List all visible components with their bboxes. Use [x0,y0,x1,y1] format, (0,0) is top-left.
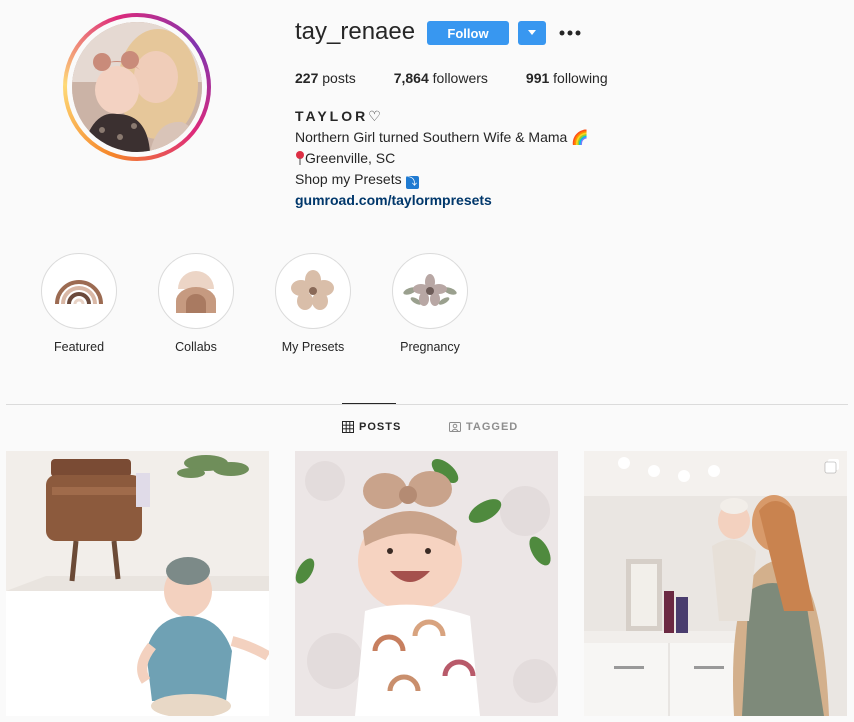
avatar[interactable] [72,22,202,152]
highlight-ring [392,253,468,329]
highlight-featured[interactable]: Featured [39,253,119,354]
highlight-label: My Presets [281,340,345,354]
bio-line: Northern Girl turned Southern Wife & Mam… [295,129,589,145]
floral-wreath-icon [397,258,463,324]
profile-avatar-ring[interactable] [63,13,211,161]
bio-link[interactable]: gumroad.com/taylormpresets [295,192,492,208]
flower-icon [280,258,346,324]
down-arrow-emoji-icon: ⤵ [405,176,419,189]
bio-shop-line: Shop my Presets ⤵ [295,169,589,190]
post-image [584,451,847,716]
posts-label: posts [322,70,356,86]
highlight-ring [158,253,234,329]
highlight-ring [275,253,351,329]
grid-icon [342,421,354,433]
profile-username: tay_renaee [295,18,416,45]
following-label: following [553,70,608,86]
tabs-divider [6,404,848,405]
sun-arch-icon [163,258,229,324]
bio-shop-text: Shop my Presets [295,171,402,187]
following-count: 991 [525,70,550,86]
posts-stat: 227 posts [295,70,356,86]
highlight-label: Pregnancy [400,340,460,354]
round-pushpin-icon [295,150,305,165]
profile-stats: 227 posts 7,864 followers 991 following [295,70,646,86]
tab-tagged[interactable]: TAGGED [449,421,518,433]
highlight-label: Collabs [175,340,217,354]
followers-count: 7,864 [393,70,429,86]
post-image [6,451,269,716]
highlight-label: Featured [53,340,105,354]
active-tab-indicator [342,403,396,404]
highlight-my-presets[interactable]: My Presets [273,253,353,354]
highlight-ring [41,253,117,329]
profile-full-name: TAYLOR♡ [295,108,384,124]
followers-label: followers [432,70,488,86]
post-thumbnail[interactable] [584,451,847,716]
more-options-button[interactable] [558,21,582,45]
bio-location-text: Greenville, SC [305,150,396,166]
post-image [295,451,558,716]
suggested-accounts-button[interactable] [518,21,546,45]
tab-posts-label: POSTS [359,421,402,433]
rainbow-icon [46,258,112,324]
tab-posts[interactable]: POSTS [342,421,401,433]
post-thumbnail[interactable] [6,451,269,716]
tagged-portrait-icon [449,422,461,432]
follow-button[interactable]: Follow [427,21,509,45]
post-thumbnail[interactable] [295,451,558,716]
profile-bio: TAYLOR♡ Northern Girl turned Southern Wi… [295,106,589,211]
caret-down-icon [528,30,536,35]
posts-count: 227 [295,70,319,86]
tab-tagged-label: TAGGED [466,421,519,433]
following-stat[interactable]: 991 following [526,70,608,86]
highlight-collabs[interactable]: Collabs [156,253,236,354]
multiple-photos-icon [824,459,839,474]
highlight-pregnancy[interactable]: Pregnancy [390,253,470,354]
more-options-icon [559,30,581,36]
bio-location: Greenville, SC [295,148,589,169]
followers-stat[interactable]: 7,864 followers [394,70,488,86]
